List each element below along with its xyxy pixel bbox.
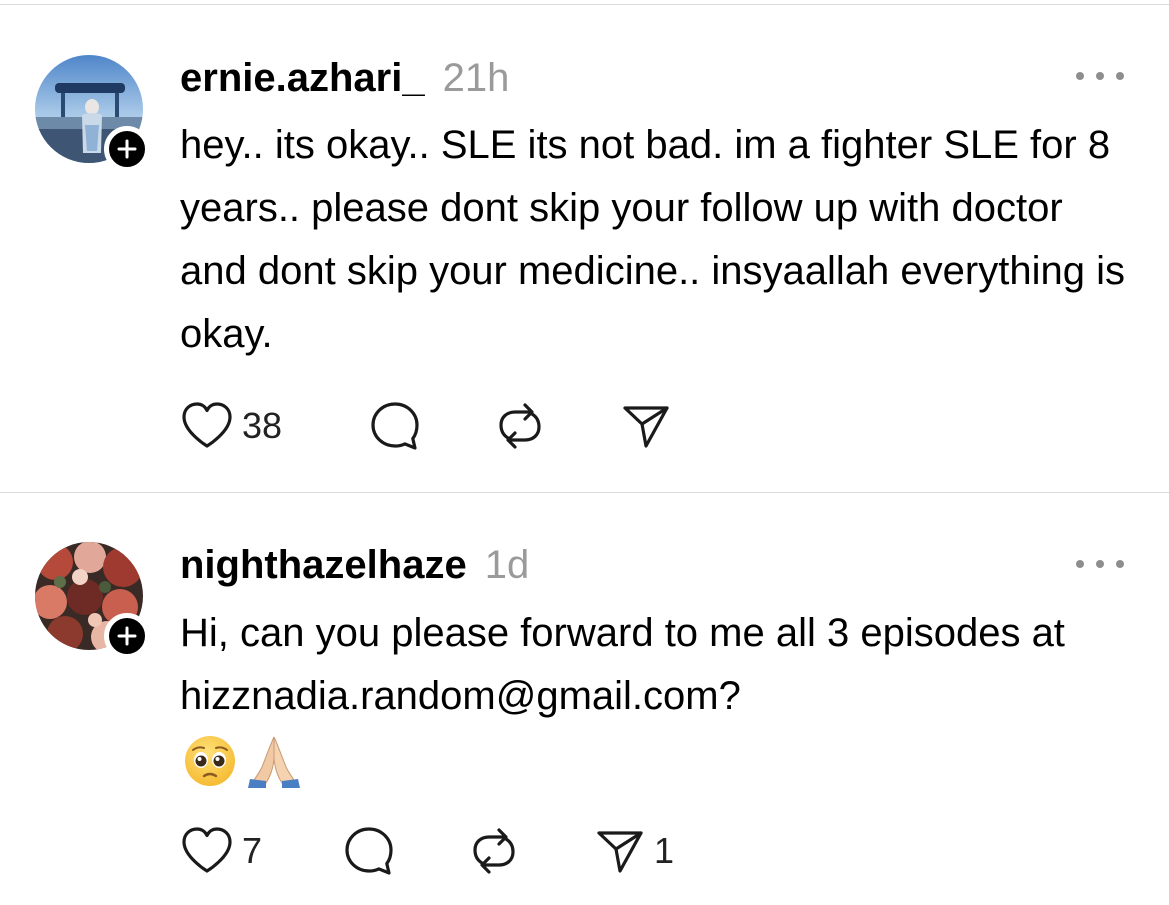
more-dot xyxy=(1096,72,1104,80)
like-count: 7 xyxy=(242,830,263,871)
post-text: hey.. its okay.. SLE its not bad. im a f… xyxy=(180,123,1125,356)
like-button[interactable]: 7 xyxy=(180,823,262,879)
share-count: 1 xyxy=(654,830,675,871)
repost-button[interactable] xyxy=(494,398,546,454)
plus-icon xyxy=(117,626,137,646)
follow-button[interactable] xyxy=(104,613,150,659)
comment-bubble-icon xyxy=(371,402,419,450)
reply-button[interactable] xyxy=(368,398,422,454)
username[interactable]: ernie.azhari_ xyxy=(180,56,425,100)
plus-icon xyxy=(117,139,137,159)
pleading-face-icon xyxy=(185,736,235,786)
more-options-button[interactable] xyxy=(1076,64,1124,88)
reply-button[interactable] xyxy=(342,823,396,879)
more-dot xyxy=(1116,560,1124,568)
share-button[interactable]: 1 xyxy=(594,823,674,879)
timestamp: 21h xyxy=(442,56,510,100)
more-dot xyxy=(1116,72,1124,80)
more-dot xyxy=(1096,560,1104,568)
repost-arrows-icon xyxy=(473,828,515,874)
post-header: nighthazelhaze 1d xyxy=(180,541,529,589)
more-options-button[interactable] xyxy=(1076,552,1124,576)
username[interactable]: nighthazelhaze xyxy=(180,543,467,587)
comment-bubble-icon xyxy=(345,827,393,875)
like-button[interactable]: 38 xyxy=(180,398,282,454)
like-count: 38 xyxy=(242,405,283,446)
repost-arrows-icon xyxy=(499,403,541,449)
reply-post: ernie.azhari_ 21h hey.. its okay.. SLE it… xyxy=(0,0,1169,492)
more-dot xyxy=(1076,560,1084,568)
action-bar: 38 xyxy=(0,398,1169,454)
reply-post: nighthazelhaze 1d Hi, can you please forw… xyxy=(0,493,1169,905)
send-icon xyxy=(623,406,669,448)
heart-icon xyxy=(182,402,232,448)
more-dot xyxy=(1076,72,1084,80)
emoji-row xyxy=(182,733,304,789)
post-header: ernie.azhari_ 21h xyxy=(180,54,509,102)
folded-hands-icon xyxy=(248,736,300,788)
post-text: Hi, can you please forward to me all 3 e… xyxy=(180,611,1065,718)
send-icon xyxy=(597,831,643,873)
repost-button[interactable] xyxy=(468,823,520,879)
follow-button[interactable] xyxy=(104,126,150,172)
share-button[interactable] xyxy=(620,398,672,454)
action-bar: 7 1 xyxy=(0,823,1169,879)
heart-icon xyxy=(182,827,232,873)
timestamp: 1d xyxy=(484,543,530,587)
